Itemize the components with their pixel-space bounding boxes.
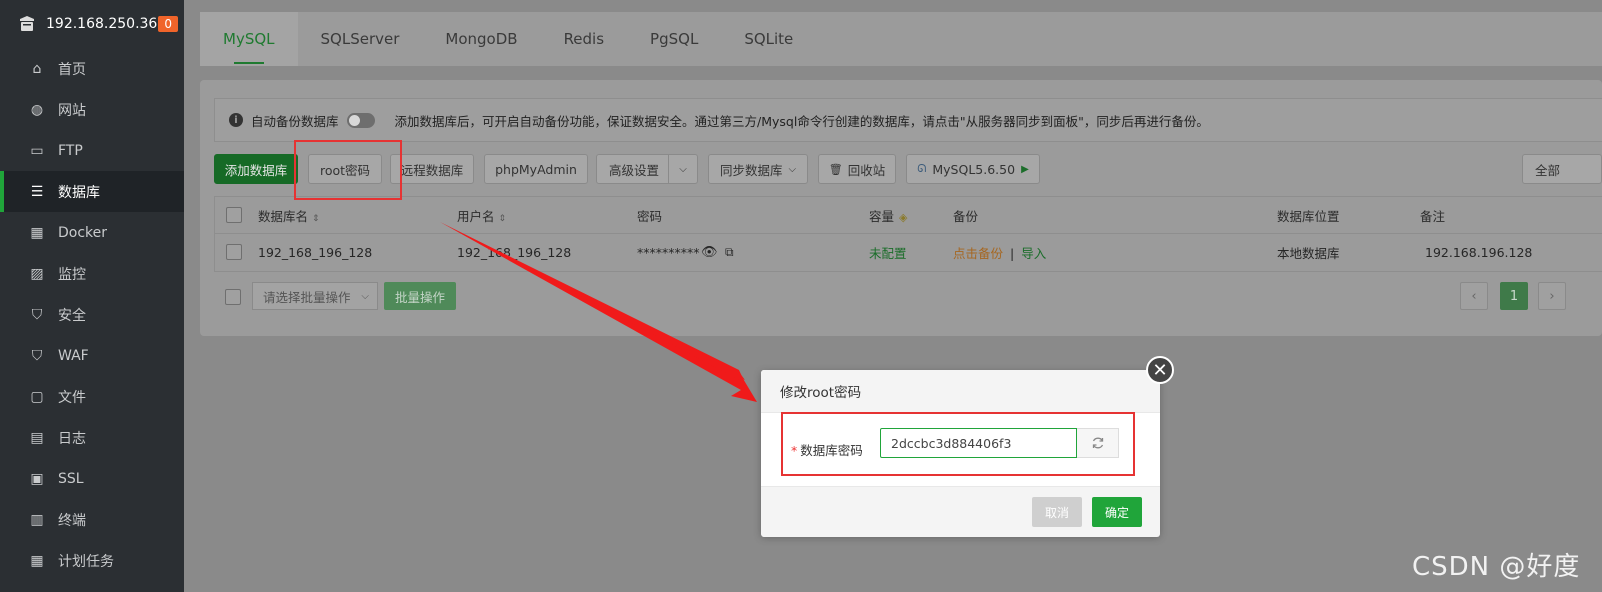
dialog-footer: 取消 确定 — [761, 486, 1160, 537]
cancel-button[interactable]: 取消 — [1032, 497, 1082, 527]
annotation-highlight-box-password — [781, 412, 1135, 476]
close-icon[interactable]: ✕ — [1146, 356, 1174, 384]
dialog-title: 修改root密码 — [761, 370, 1160, 413]
confirm-button[interactable]: 确定 — [1092, 497, 1142, 527]
watermark: CSDN @好度 — [1412, 552, 1581, 582]
